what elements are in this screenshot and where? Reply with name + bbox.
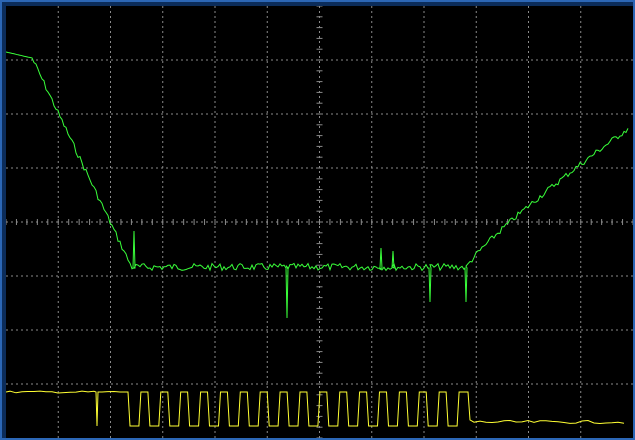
oscilloscope-display [6, 6, 633, 438]
oscilloscope-window [0, 0, 635, 440]
waveform-display [6, 6, 633, 438]
